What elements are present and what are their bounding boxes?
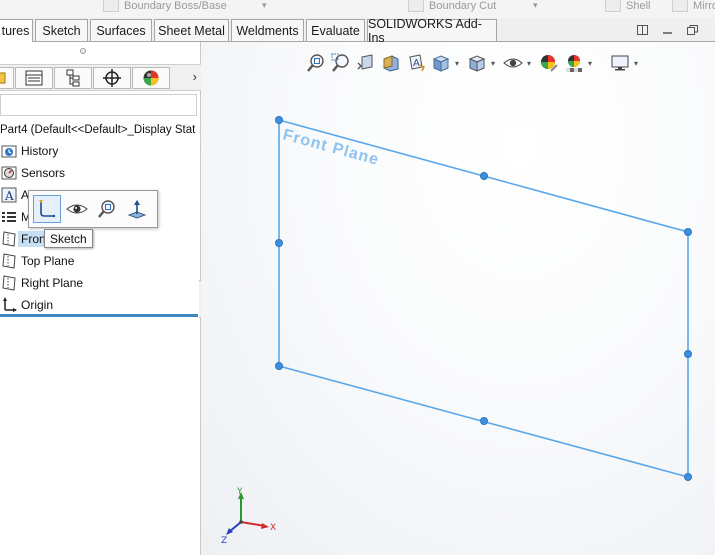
tree-item-annotations[interactable]: A A	[0, 185, 29, 205]
front-plane-display[interactable]: Front Plane	[201, 42, 715, 555]
normal-to-button[interactable]	[123, 195, 151, 223]
plane-edge-handle[interactable]	[479, 416, 488, 425]
ribbon-dropdown-arrow[interactable]: ▾	[533, 0, 538, 11]
rollback-bar[interactable]	[0, 314, 198, 317]
feature-tree-filter-input[interactable]	[0, 94, 197, 116]
hide-show-button[interactable]	[63, 195, 91, 223]
shell-icon	[605, 0, 621, 12]
feature-tree-icon	[0, 72, 6, 84]
tab-label: Weldments	[236, 23, 299, 38]
shell-command[interactable]: Shell	[605, 0, 650, 12]
plane-icon	[0, 252, 18, 270]
tab-label: Sheet Metal	[158, 23, 225, 38]
minimize-window-icon[interactable]	[661, 24, 674, 36]
plane-corner-handle[interactable]	[275, 116, 284, 125]
normal-to-icon	[127, 200, 147, 219]
triad-x-label: X	[270, 523, 276, 533]
graphics-area[interactable]: A ▾ ▾ ▾ ▾ ▾ Front Plane Y X Z	[201, 42, 715, 555]
mirror-label: Mirro	[693, 0, 715, 12]
tree-item-origin[interactable]: Origin	[0, 295, 53, 315]
panel-grip-handle[interactable]	[80, 48, 86, 54]
front-plane-label: Front Plane	[281, 126, 381, 169]
manager-tab-strip: ›	[0, 64, 201, 91]
triad-z-label: Z	[221, 536, 227, 544]
tab-features[interactable]: tures	[0, 19, 33, 42]
chevron-right-icon[interactable]: ›	[193, 69, 197, 84]
command-manager-tabs: tures Sketch Surfaces Sheet Metal Weldme…	[0, 17, 715, 45]
plane-icon	[0, 274, 18, 292]
tab-label: Evaluate	[311, 23, 360, 38]
shell-label: Shell	[626, 0, 651, 12]
tree-item-top-plane[interactable]: Top Plane	[0, 251, 74, 271]
sketch-tooltip: Sketch	[44, 229, 93, 248]
boundary-boss-label: Boundary Boss/Base	[124, 0, 227, 12]
annotations-icon: A	[0, 186, 18, 204]
tree-item-sensors[interactable]: Sensors	[0, 163, 65, 183]
triad-y-label: Y	[236, 487, 243, 497]
tab-label: SOLIDWORKS Add-Ins	[368, 16, 482, 45]
plane-edge-handle[interactable]	[275, 238, 284, 247]
plane-corner-handle[interactable]	[683, 227, 692, 236]
material-icon	[0, 208, 18, 226]
tab-sketch[interactable]: Sketch	[35, 19, 88, 41]
plane-edge-handle[interactable]	[683, 349, 692, 358]
tab-sheet-metal[interactable]: Sheet Metal	[154, 19, 229, 41]
svg-text:A: A	[4, 189, 14, 203]
boundary-cut-icon	[408, 0, 424, 12]
reference-triad: Y X Z	[221, 487, 276, 544]
tab-evaluate[interactable]: Evaluate	[306, 19, 365, 41]
tab-surfaces[interactable]: Surfaces	[90, 19, 152, 41]
tree-item-label: Top Plane	[21, 254, 75, 268]
context-toolbar	[28, 190, 158, 228]
feature-manager-tab[interactable]	[0, 67, 14, 89]
eye-icon	[66, 204, 88, 214]
tab-weldments[interactable]: Weldments	[231, 19, 304, 41]
configuration-manager-tab[interactable]	[54, 67, 92, 89]
property-list-icon	[25, 70, 43, 86]
zoom-to-selection-button[interactable]	[93, 195, 121, 223]
origin-icon	[0, 296, 18, 314]
appearance-ball-icon	[143, 70, 159, 86]
tab-solidworks-add-ins[interactable]: SOLIDWORKS Add-Ins	[367, 17, 497, 45]
property-manager-tab[interactable]	[15, 67, 53, 89]
tree-item-history[interactable]: History	[0, 141, 58, 161]
part-name-label: Part4 (Default<<Default>_Display Stat	[0, 124, 196, 136]
crosshair-target-icon	[103, 69, 121, 87]
tree-item-front-plane[interactable]: Fron	[0, 229, 49, 249]
sketch-button[interactable]	[33, 195, 61, 223]
tab-label: Surfaces	[96, 23, 146, 38]
tree-item-label: Origin	[21, 298, 54, 312]
display-manager-tab[interactable]	[132, 67, 170, 89]
feature-manager-panel: › Part4 (Default<<Default>_Display Stat …	[0, 42, 201, 555]
boundary-boss-icon	[103, 0, 119, 12]
plane-edge-handle[interactable]	[479, 171, 488, 180]
tree-item-material[interactable]: M	[0, 207, 31, 227]
zoom-to-selection-icon	[98, 200, 115, 218]
configuration-tree-icon	[66, 69, 80, 87]
plane-icon	[0, 230, 18, 248]
boundary-cut-label: Boundary Cut	[429, 0, 497, 12]
boundary-cut-command[interactable]: Boundary Cut	[408, 0, 496, 12]
plane-corner-handle[interactable]	[275, 361, 284, 370]
sensors-icon	[0, 164, 18, 182]
tree-root-part[interactable]: Part4 (Default<<Default>_Display Stat	[0, 122, 195, 138]
tab-label: Sketch	[42, 23, 81, 38]
tab-label: tures	[1, 24, 30, 38]
tree-item-label: Right Plane	[21, 276, 84, 290]
tree-item-label: History	[21, 144, 59, 158]
mirror-command[interactable]: Mirro	[672, 0, 715, 12]
dimxpert-manager-tab[interactable]	[93, 67, 131, 89]
tree-item-right-plane[interactable]: Right Plane	[0, 273, 83, 293]
history-folder-icon	[0, 142, 18, 160]
restore-window-icon[interactable]	[686, 24, 699, 36]
mirror-icon	[672, 0, 688, 12]
plane-corner-handle[interactable]	[683, 472, 692, 481]
ribbon-dropdown-arrow[interactable]: ▾	[262, 0, 267, 11]
tree-item-label: Sensors	[21, 166, 66, 180]
boundary-boss-command[interactable]: Boundary Boss/Base	[103, 0, 227, 12]
ribbon-command-strip: Boundary Boss/Base ▾ Boundary Cut ▾ Shel…	[0, 0, 715, 18]
tile-window-icon[interactable]	[636, 24, 649, 36]
sketch-icon	[39, 200, 56, 218]
